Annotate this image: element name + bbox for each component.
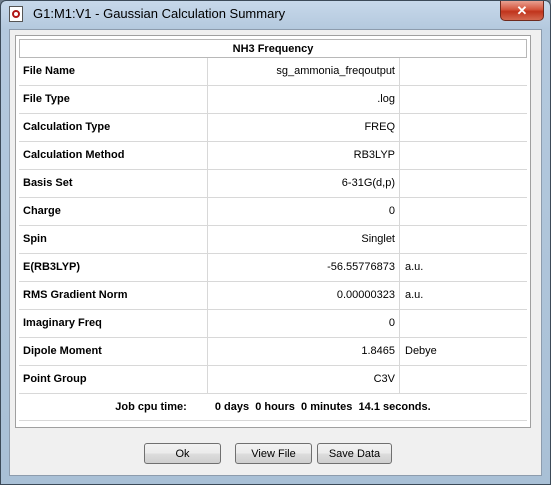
row-unit — [400, 198, 527, 225]
row-value: -56.55776873 — [208, 254, 400, 281]
row-value: 0 — [208, 198, 400, 225]
row-unit — [400, 142, 527, 169]
row-unit: Debye — [405, 345, 437, 357]
cpu-time-hours: 0 hours — [255, 400, 295, 413]
row-label: Point Group — [19, 366, 208, 393]
row-label: Imaginary Freq — [19, 310, 208, 337]
table-row-calculation-type: Calculation Type FREQ — [19, 114, 527, 142]
table-row-rms-gradient-norm: RMS Gradient Norm 0.00000323 a.u. — [19, 282, 527, 310]
row-value: C3V — [208, 366, 400, 393]
view-file-button[interactable]: View File — [235, 443, 312, 464]
table-row-imaginary-freq: Imaginary Freq 0 — [19, 310, 527, 338]
row-unit — [400, 226, 527, 253]
row-unit — [400, 170, 527, 197]
dialog-client-area: NH3 Frequency File Name sg_ammonia_freqo… — [9, 29, 542, 476]
row-label: Spin — [19, 226, 208, 253]
row-unit: a.u. — [405, 289, 424, 301]
row-value: 0 — [208, 310, 400, 337]
row-unit — [400, 114, 527, 141]
cpu-time-minutes: 0 minutes — [301, 400, 353, 413]
cpu-time-seconds: 14.1 seconds. — [358, 400, 431, 413]
row-value: RB3LYP — [208, 142, 400, 169]
table-row-basis-set: Basis Set 6-31G(d,p) — [19, 170, 527, 198]
table-row-file-name: File Name sg_ammonia_freqoutput — [19, 58, 527, 86]
table-row-file-type: File Type .log — [19, 86, 527, 114]
row-value: .log — [208, 86, 400, 113]
job-cpu-time-row: Job cpu time: 0 days 0 hours 0 minutes 1… — [19, 393, 527, 421]
gaussian-summary-window: G1:M1:V1 - Gaussian Calculation Summary … — [0, 0, 551, 485]
row-label: E(RB3LYP) — [19, 254, 208, 281]
title-bar[interactable]: G1:M1:V1 - Gaussian Calculation Summary … — [1, 1, 550, 27]
table-title: NH3 Frequency — [19, 39, 527, 58]
row-unit: a.u. — [405, 261, 424, 273]
row-label: RMS Gradient Norm — [19, 282, 208, 309]
row-value: FREQ — [208, 114, 400, 141]
close-button[interactable]: ✕ — [500, 1, 544, 21]
window-title: G1:M1:V1 - Gaussian Calculation Summary — [33, 6, 286, 21]
row-label: Basis Set — [19, 170, 208, 197]
table-row-spin: Spin Singlet — [19, 226, 527, 254]
table-row-charge: Charge 0 — [19, 198, 527, 226]
row-unit — [400, 366, 527, 393]
row-value: 6-31G(d,p) — [208, 170, 400, 197]
save-data-button[interactable]: Save Data — [317, 443, 392, 464]
row-label: File Name — [19, 58, 208, 85]
table-row-energy: E(RB3LYP) -56.55776873 a.u. — [19, 254, 527, 282]
row-value: 0.00000323 — [208, 282, 400, 309]
row-unit — [400, 86, 527, 113]
ok-button[interactable]: Ok — [144, 443, 221, 464]
gaussview-app-icon[interactable] — [9, 6, 23, 22]
row-value: sg_ammonia_freqoutput — [208, 58, 400, 85]
cpu-time-label: Job cpu time: — [115, 400, 187, 413]
table-row-dipole-moment: Dipole Moment 1.8465 Debye — [19, 338, 527, 366]
dialog-button-bar: Ok View File Save Data — [10, 443, 541, 465]
row-label: Charge — [19, 198, 208, 225]
row-value: Singlet — [208, 226, 400, 253]
table-row-point-group: Point Group C3V — [19, 366, 527, 394]
row-label: Calculation Type — [19, 114, 208, 141]
table-row-calculation-method: Calculation Method RB3LYP — [19, 142, 527, 170]
summary-rows: File Name sg_ammonia_freqoutput File Typ… — [19, 58, 527, 394]
row-value: 1.8465 — [208, 338, 400, 365]
cpu-time-days: 0 days — [214, 400, 250, 413]
summary-table: NH3 Frequency File Name sg_ammonia_freqo… — [15, 35, 531, 428]
row-unit — [400, 58, 527, 85]
row-label: Calculation Method — [19, 142, 208, 169]
row-label: Dipole Moment — [19, 338, 208, 365]
row-label: File Type — [19, 86, 208, 113]
row-unit — [400, 310, 527, 337]
